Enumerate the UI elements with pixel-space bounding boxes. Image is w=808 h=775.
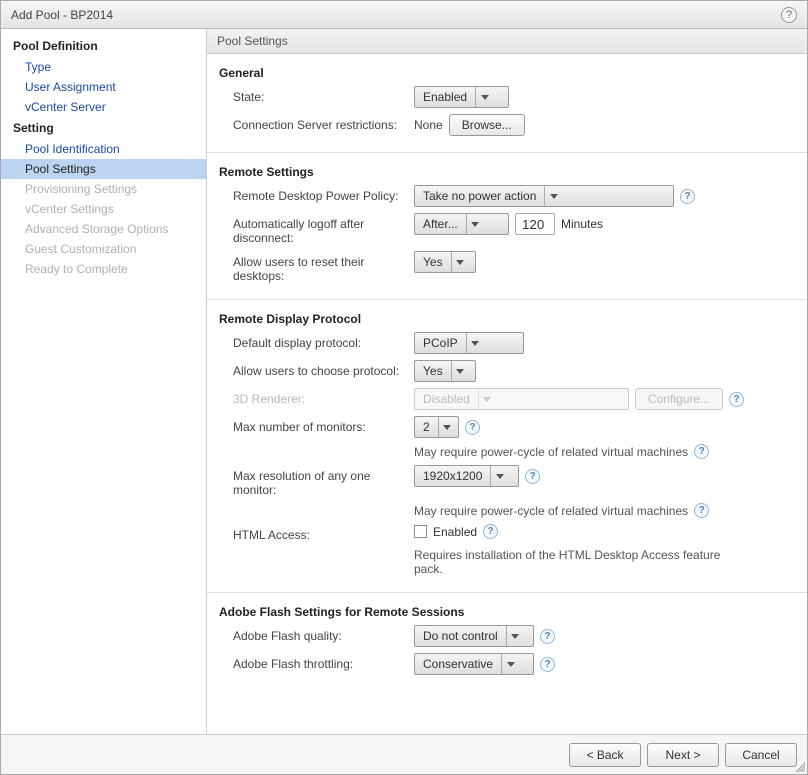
chevron-down-icon — [451, 252, 469, 272]
flash-quality-value: Do not control — [415, 629, 506, 643]
wizard-footer: < Back Next > Cancel — [1, 734, 807, 774]
sidebar-item-provisioning-settings: Provisioning Settings — [1, 179, 206, 199]
help-icon[interactable]: ? — [525, 469, 540, 484]
section-title-general: General — [219, 66, 795, 80]
back-button[interactable]: < Back — [569, 743, 641, 767]
max-resolution-note: May require power-cycle of related virtu… — [414, 504, 688, 518]
state-select-value: Enabled — [415, 90, 475, 104]
label-3d-renderer: 3D Renderer: — [219, 388, 414, 406]
sidebar-group-setting: Setting — [1, 117, 206, 139]
help-icon[interactable]: ? — [540, 657, 555, 672]
state-select[interactable]: Enabled — [414, 86, 509, 108]
chevron-down-icon — [544, 186, 562, 206]
choose-protocol-value: Yes — [415, 364, 451, 378]
flash-throttling-select[interactable]: Conservative — [414, 653, 534, 675]
help-icon[interactable]: ? — [729, 392, 744, 407]
chevron-down-icon — [451, 361, 469, 381]
sidebar-item-pool-identification[interactable]: Pool Identification — [1, 139, 206, 159]
sidebar-group-pool-definition: Pool Definition — [1, 35, 206, 57]
chevron-down-icon — [466, 333, 484, 353]
section-title-remote: Remote Settings — [219, 165, 795, 179]
label-auto-logoff: Automatically logoff after disconnect: — [219, 213, 414, 245]
label-flash-throttling: Adobe Flash throttling: — [219, 653, 414, 671]
help-icon[interactable]: ? — [680, 189, 695, 204]
chevron-down-icon — [475, 87, 493, 107]
auto-logoff-unit: Minutes — [561, 217, 603, 231]
max-resolution-value: 1920x1200 — [415, 469, 490, 483]
label-flash-quality: Adobe Flash quality: — [219, 625, 414, 643]
section-remote-settings: Remote Settings Remote Desktop Power Pol… — [207, 153, 807, 300]
chevron-down-icon — [501, 654, 519, 674]
choose-protocol-select[interactable]: Yes — [414, 360, 476, 382]
help-icon[interactable]: ? — [465, 420, 480, 435]
section-title-flash: Adobe Flash Settings for Remote Sessions — [219, 605, 795, 619]
max-resolution-select[interactable]: 1920x1200 — [414, 465, 519, 487]
label-power-policy: Remote Desktop Power Policy: — [219, 185, 414, 203]
chevron-down-icon — [438, 417, 456, 437]
resize-grip-icon[interactable] — [793, 760, 805, 772]
max-monitors-select[interactable]: 2 — [414, 416, 459, 438]
max-monitors-value: 2 — [415, 420, 438, 434]
label-html-access: HTML Access: — [219, 524, 414, 542]
flash-throttling-value: Conservative — [415, 657, 501, 671]
main-header: Pool Settings — [207, 29, 807, 54]
sidebar-item-ready-to-complete: Ready to Complete — [1, 259, 206, 279]
main-panel: Pool Settings General State: Enabled Con… — [206, 29, 807, 734]
default-protocol-select[interactable]: PCoIP — [414, 332, 524, 354]
power-policy-select[interactable]: Take no power action — [414, 185, 674, 207]
html-access-note: Requires installation of the HTML Deskto… — [414, 548, 734, 576]
html-access-checkbox[interactable] — [414, 525, 427, 538]
sidebar-item-user-assignment[interactable]: User Assignment — [1, 77, 206, 97]
titlebar-help-icon[interactable]: ? — [781, 7, 797, 23]
chevron-down-icon — [506, 626, 524, 646]
chevron-down-icon — [478, 389, 496, 409]
label-state: State: — [219, 86, 414, 104]
cancel-button[interactable]: Cancel — [725, 743, 797, 767]
monitors-note: May require power-cycle of related virtu… — [414, 445, 688, 459]
label-max-resolution: Max resolution of any one monitor: — [219, 465, 414, 497]
add-pool-wizard: Add Pool - BP2014 ? Pool Definition Type… — [0, 0, 808, 775]
default-protocol-value: PCoIP — [415, 336, 466, 350]
wizard-sidebar: Pool Definition Type User Assignment vCe… — [1, 29, 206, 734]
help-icon[interactable]: ? — [694, 444, 709, 459]
auto-logoff-select-value: After... — [415, 217, 466, 231]
auto-logoff-minutes-input[interactable] — [515, 213, 555, 235]
label-connection-restrictions: Connection Server restrictions: — [219, 114, 414, 132]
html-access-check-label: Enabled — [433, 525, 477, 539]
renderer-value: Disabled — [415, 392, 478, 406]
flash-quality-select[interactable]: Do not control — [414, 625, 534, 647]
connection-restrictions-value: None — [414, 114, 443, 136]
section-general: General State: Enabled Connection Server… — [207, 54, 807, 153]
label-choose-protocol: Allow users to choose protocol: — [219, 360, 414, 378]
sidebar-item-vcenter-settings: vCenter Settings — [1, 199, 206, 219]
titlebar: Add Pool - BP2014 ? — [1, 1, 807, 29]
next-button[interactable]: Next > — [647, 743, 719, 767]
sidebar-item-guest-customization: Guest Customization — [1, 239, 206, 259]
help-icon[interactable]: ? — [540, 629, 555, 644]
allow-reset-value: Yes — [415, 255, 451, 269]
sidebar-item-pool-settings[interactable]: Pool Settings — [1, 159, 206, 179]
auto-logoff-select[interactable]: After... — [414, 213, 509, 235]
body: Pool Definition Type User Assignment vCe… — [1, 29, 807, 734]
sidebar-item-type[interactable]: Type — [1, 57, 206, 77]
allow-reset-select[interactable]: Yes — [414, 251, 476, 273]
renderer-select: Disabled — [414, 388, 629, 410]
configure-button: Configure... — [635, 388, 723, 410]
section-title-display: Remote Display Protocol — [219, 312, 795, 326]
chevron-down-icon — [466, 214, 484, 234]
browse-button[interactable]: Browse... — [449, 114, 525, 136]
sidebar-item-advanced-storage-options: Advanced Storage Options — [1, 219, 206, 239]
window-title: Add Pool - BP2014 — [11, 8, 113, 22]
chevron-down-icon — [490, 466, 508, 486]
help-icon[interactable]: ? — [483, 524, 498, 539]
sidebar-item-vcenter-server[interactable]: vCenter Server — [1, 97, 206, 117]
label-allow-reset: Allow users to reset their desktops: — [219, 251, 414, 283]
power-policy-value: Take no power action — [415, 189, 544, 203]
help-icon[interactable]: ? — [694, 503, 709, 518]
label-max-monitors: Max number of monitors: — [219, 416, 414, 434]
section-flash: Adobe Flash Settings for Remote Sessions… — [207, 593, 807, 691]
section-display-protocol: Remote Display Protocol Default display … — [207, 300, 807, 593]
label-default-protocol: Default display protocol: — [219, 332, 414, 350]
